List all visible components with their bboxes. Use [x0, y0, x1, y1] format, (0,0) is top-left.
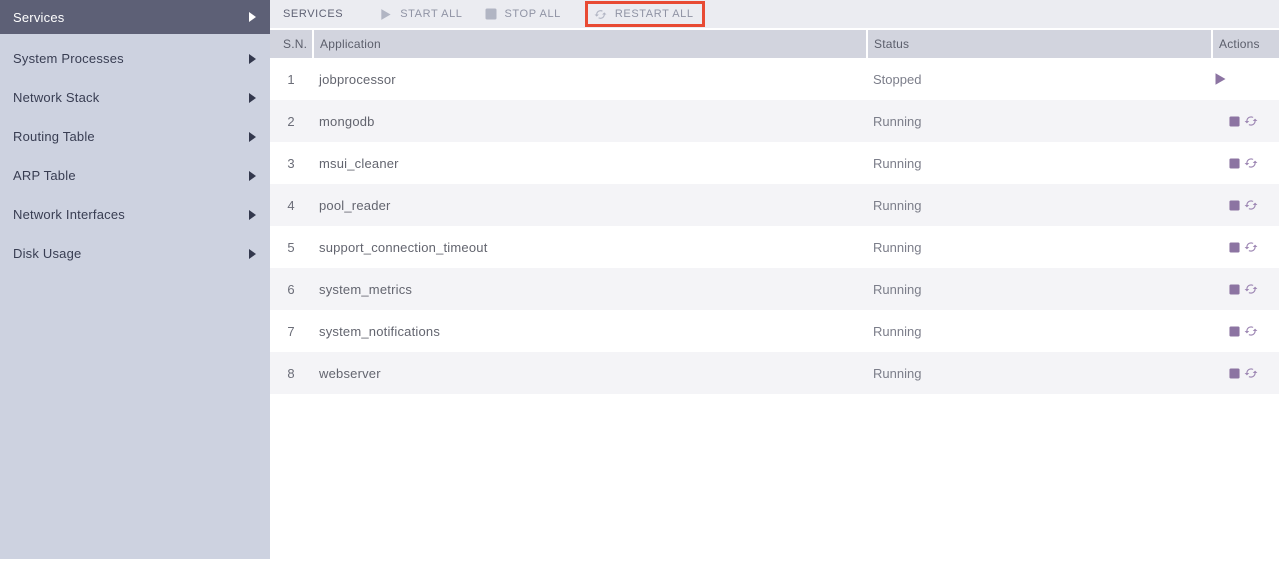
stop-service-icon[interactable] — [1229, 241, 1240, 253]
cell-status: Running — [873, 281, 922, 297]
cell-application: mongodb — [319, 113, 375, 129]
cell-actions — [1211, 324, 1279, 338]
sidebar-item-label: ARP Table — [13, 168, 76, 183]
cell-sn: 1 — [287, 71, 295, 87]
chevron-right-icon — [249, 209, 256, 220]
column-header-status: Status — [866, 30, 1211, 58]
sidebar-item-system-processes[interactable]: System Processes — [0, 39, 270, 78]
cell-actions — [1211, 156, 1279, 170]
table-row: 4 pool_reader Running — [270, 184, 1279, 226]
refresh-icon — [594, 8, 607, 21]
stop-all-button[interactable]: STOP ALL — [485, 6, 561, 22]
app-window: Services System Processes Network Stack … — [0, 0, 1279, 563]
table-row: 2 mongodb Running — [270, 100, 1279, 142]
stop-service-icon[interactable] — [1229, 157, 1240, 169]
cell-status: Running — [873, 155, 922, 171]
cell-actions — [1211, 366, 1279, 380]
sidebar-item-disk-usage[interactable]: Disk Usage — [0, 234, 270, 273]
stop-service-icon[interactable] — [1229, 367, 1240, 379]
sidebar-item-label: Network Interfaces — [13, 207, 125, 222]
table-row: 7 system_notifications Running — [270, 310, 1279, 352]
cell-status: Running — [873, 323, 922, 339]
cell-sn: 2 — [287, 113, 295, 129]
restart-service-icon[interactable] — [1244, 282, 1258, 296]
start-service-icon[interactable] — [1213, 72, 1227, 86]
cell-sn: 4 — [287, 197, 295, 213]
restart-all-highlight: RESTART ALL — [584, 1, 705, 27]
start-all-button[interactable]: START ALL — [379, 6, 462, 23]
cell-actions — [1211, 240, 1279, 254]
cell-status: Stopped — [873, 71, 922, 87]
cell-sn: 8 — [287, 365, 295, 381]
sidebar-item-label: System Processes — [13, 51, 124, 66]
sidebar-item-routing-table[interactable]: Routing Table — [0, 117, 270, 156]
stop-service-icon[interactable] — [1229, 325, 1240, 337]
table-row: 3 msui_cleaner Running — [270, 142, 1279, 184]
restart-service-icon[interactable] — [1244, 240, 1258, 254]
cell-application: webserver — [319, 365, 381, 381]
chevron-right-icon — [249, 131, 256, 142]
restart-service-icon[interactable] — [1244, 324, 1258, 338]
sidebar-item-label: Services — [13, 9, 65, 25]
sidebar-nav: Services System Processes Network Stack … — [0, 0, 270, 559]
cell-sn: 3 — [287, 155, 295, 171]
cell-application: pool_reader — [319, 197, 391, 213]
restart-service-icon[interactable] — [1244, 198, 1258, 212]
cell-application: msui_cleaner — [319, 155, 399, 171]
stop-service-icon[interactable] — [1229, 199, 1240, 211]
cell-application: jobprocessor — [319, 71, 396, 87]
column-header-actions: Actions — [1211, 30, 1279, 58]
column-header-application: Application — [312, 30, 866, 58]
cell-status: Running — [873, 113, 922, 129]
sidebar-item-network-stack[interactable]: Network Stack — [0, 78, 270, 117]
cell-sn: 6 — [287, 281, 295, 297]
restart-all-label: RESTART ALL — [614, 8, 694, 20]
cell-sn: 7 — [287, 323, 295, 339]
sidebar-item-label: Routing Table — [13, 129, 95, 144]
stop-service-icon[interactable] — [1229, 283, 1240, 295]
chevron-right-icon — [249, 92, 256, 103]
table-row: 5 support_connection_timeout Running — [270, 226, 1279, 268]
cell-actions — [1211, 114, 1279, 128]
restart-service-icon[interactable] — [1244, 366, 1258, 380]
table-row: 6 system_metrics Running — [270, 268, 1279, 310]
cell-application: support_connection_timeout — [319, 239, 488, 255]
sidebar-item-network-interfaces[interactable]: Network Interfaces — [0, 195, 270, 234]
sidebar-item-arp-table[interactable]: ARP Table — [0, 156, 270, 195]
page-title: SERVICES — [283, 8, 344, 20]
stop-all-label: STOP ALL — [504, 8, 561, 20]
restart-all-button[interactable]: RESTART ALL — [594, 6, 694, 23]
sidebar-item-label: Disk Usage — [13, 246, 82, 261]
column-header-sn: S.N. — [283, 37, 308, 51]
toolbar: SERVICES START ALL STOP ALL RESTART ALL — [270, 0, 1279, 30]
cell-actions — [1211, 282, 1279, 296]
table-header: S.N. Application Status Actions — [270, 30, 1279, 58]
cell-application: system_notifications — [319, 323, 441, 339]
main-content: SERVICES START ALL STOP ALL RESTART ALL … — [270, 0, 1279, 563]
chevron-right-icon — [249, 12, 256, 22]
stop-service-icon[interactable] — [1229, 115, 1240, 127]
sidebar-item-label: Network Stack — [13, 90, 100, 105]
play-icon — [379, 8, 392, 21]
sidebar-item-services[interactable]: Services — [0, 0, 270, 34]
table-body: 1 jobprocessor Stopped 2 mongodb Running… — [270, 58, 1279, 394]
stop-icon — [485, 8, 497, 20]
chevron-right-icon — [249, 53, 256, 64]
cell-application: system_metrics — [319, 281, 413, 297]
cell-actions — [1211, 198, 1279, 212]
restart-service-icon[interactable] — [1244, 156, 1258, 170]
chevron-right-icon — [249, 248, 256, 259]
chevron-right-icon — [249, 170, 256, 181]
start-all-label: START ALL — [400, 8, 463, 20]
table-row: 8 webserver Running — [270, 352, 1279, 394]
cell-status: Running — [873, 365, 922, 381]
cell-sn: 5 — [287, 239, 295, 255]
cell-status: Running — [873, 197, 922, 213]
cell-status: Running — [873, 239, 922, 255]
table-row: 1 jobprocessor Stopped — [270, 58, 1279, 100]
restart-service-icon[interactable] — [1244, 114, 1258, 128]
cell-actions — [1211, 72, 1279, 86]
